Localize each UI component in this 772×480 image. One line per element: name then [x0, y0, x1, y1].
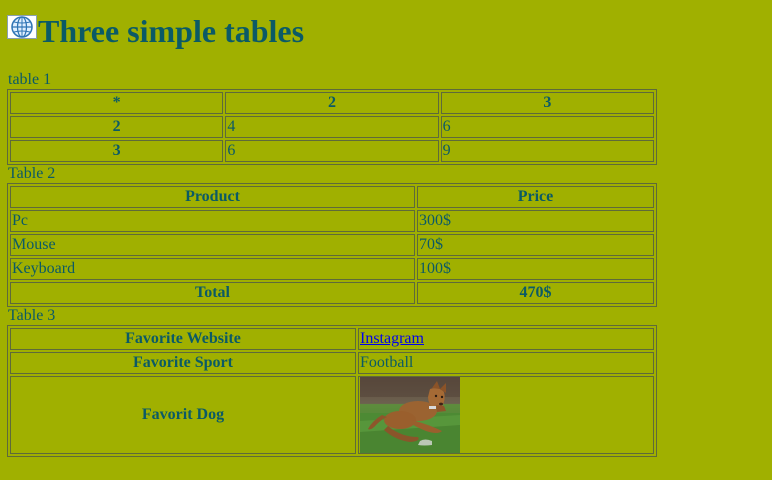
table-row: Pc 300$ — [10, 210, 654, 232]
favorite-website-value: Instagram — [358, 328, 654, 350]
favorite-dog-value — [358, 376, 654, 454]
total-label: Total — [10, 282, 415, 304]
table2-caption: Table 2 — [8, 165, 56, 182]
table-row: 3 6 9 — [10, 140, 654, 162]
product-cell: Keyboard — [10, 258, 415, 280]
table-1-cell: 6 — [440, 116, 654, 138]
total-row: Total 470$ — [10, 282, 654, 304]
price-cell: 100$ — [417, 258, 654, 280]
table-1-cell: 6 — [225, 140, 439, 162]
table-1-cell: 4 — [225, 116, 439, 138]
table-row: 2 4 6 — [10, 116, 654, 138]
table-1-cell: 9 — [440, 140, 654, 162]
table-2-header-row: Product Price — [10, 186, 654, 208]
table-1: * 2 3 2 4 6 3 6 9 — [7, 89, 657, 165]
price-header: Price — [417, 186, 654, 208]
table-1-row-header: 3 — [10, 140, 224, 162]
table-row: Favorit Dog — [10, 376, 654, 454]
product-cell: Mouse — [10, 234, 415, 256]
price-cell: 70$ — [417, 234, 654, 256]
dog-photo — [360, 377, 460, 453]
table-3: Favorite Website Instagram Favorite Spor… — [7, 325, 657, 457]
table-2: Product Price Pc 300$ Mouse 70$ Keyboard… — [7, 183, 657, 307]
table3-caption: Table 3 — [8, 307, 56, 324]
table-1-header-cell: 3 — [440, 92, 654, 114]
page-heading: Three simple tables — [7, 8, 772, 48]
table-row: Keyboard 100$ — [10, 258, 654, 280]
total-value: 470$ — [417, 282, 654, 304]
instagram-link[interactable]: Instagram — [360, 330, 424, 347]
table-1-header-cell: * — [10, 92, 224, 114]
page-title: Three simple tables — [38, 13, 305, 49]
table1-caption: table 1 — [8, 71, 52, 88]
page: Three simple tables table 1 * 2 3 2 4 6 … — [0, 0, 772, 457]
table-1-header-cell: 2 — [225, 92, 439, 114]
product-header: Product — [10, 186, 415, 208]
globe-icon — [7, 12, 37, 39]
table-row: Favorite Website Instagram — [10, 328, 654, 350]
table-row: Mouse 70$ — [10, 234, 654, 256]
price-cell: 300$ — [417, 210, 654, 232]
favorite-sport-value: Football — [358, 352, 654, 374]
table-1-header-row: * 2 3 — [10, 92, 654, 114]
table-1-row-header: 2 — [10, 116, 224, 138]
product-cell: Pc — [10, 210, 415, 232]
favorite-website-label: Favorite Website — [10, 328, 356, 350]
favorite-dog-label: Favorit Dog — [10, 376, 356, 454]
table-row: Favorite Sport Football — [10, 352, 654, 374]
favorite-sport-label: Favorite Sport — [10, 352, 356, 374]
